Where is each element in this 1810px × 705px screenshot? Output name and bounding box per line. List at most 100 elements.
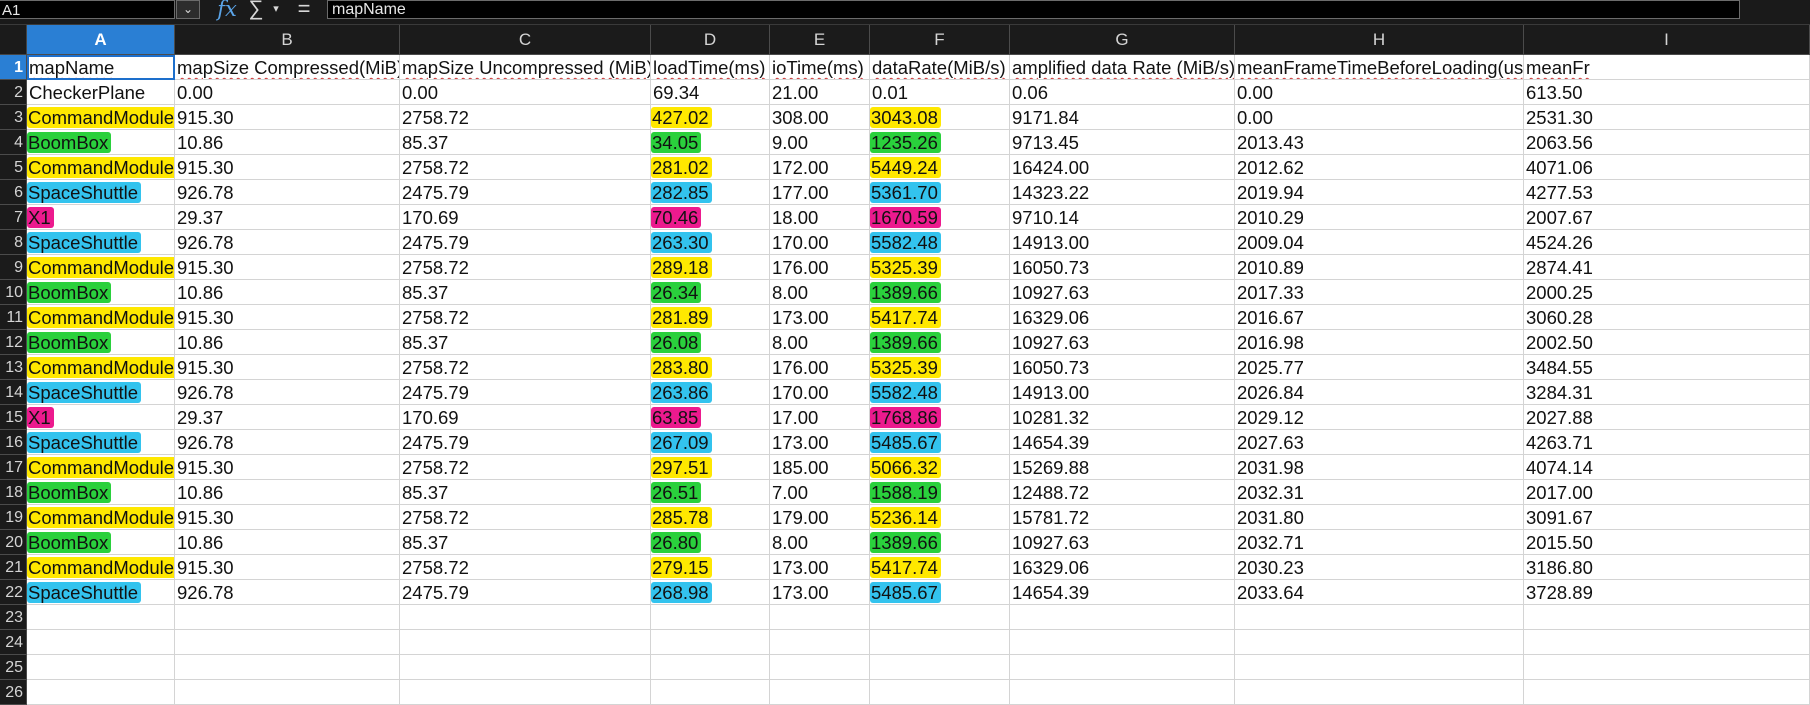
table-cell[interactable] <box>1235 630 1524 655</box>
table-cell[interactable]: 282.85 <box>651 180 770 205</box>
table-cell[interactable]: 289.18 <box>651 255 770 280</box>
table-cell[interactable]: 2010.29 <box>1235 205 1524 230</box>
table-cell[interactable]: 85.37 <box>400 130 651 155</box>
table-cell[interactable]: 12488.72 <box>1010 480 1235 505</box>
table-cell[interactable]: 85.37 <box>400 280 651 305</box>
table-cell[interactable] <box>870 630 1010 655</box>
table-cell[interactable]: 2027.88 <box>1524 405 1810 430</box>
header-cell-g[interactable]: amplified data Rate (MiB/s) <box>1010 55 1235 80</box>
table-cell[interactable]: CommandModule <box>27 305 175 330</box>
table-cell[interactable]: 3728.89 <box>1524 580 1810 605</box>
table-cell[interactable]: BoomBox <box>27 280 175 305</box>
column-header-b[interactable]: B <box>175 25 400 55</box>
row-header-26[interactable]: 26 <box>0 680 27 705</box>
table-cell[interactable]: 14913.00 <box>1010 380 1235 405</box>
table-cell[interactable]: 2758.72 <box>400 355 651 380</box>
row-header-20[interactable]: 20 <box>0 530 27 555</box>
table-cell[interactable] <box>400 605 651 630</box>
table-cell[interactable]: 2475.79 <box>400 380 651 405</box>
table-cell[interactable] <box>175 605 400 630</box>
table-cell[interactable]: CommandModule <box>27 505 175 530</box>
table-cell[interactable]: 2758.72 <box>400 455 651 480</box>
table-cell[interactable]: 34.05 <box>651 130 770 155</box>
select-all-corner[interactable] <box>0 25 27 55</box>
table-cell[interactable]: 2063.56 <box>1524 130 1810 155</box>
header-cell-b[interactable]: mapSize Compressed(MiB) <box>175 55 400 80</box>
table-cell[interactable]: 2016.98 <box>1235 330 1524 355</box>
table-cell[interactable]: CommandModule <box>27 555 175 580</box>
table-cell[interactable]: 16050.73 <box>1010 355 1235 380</box>
table-cell[interactable]: 10.86 <box>175 280 400 305</box>
table-cell[interactable]: 267.09 <box>651 430 770 455</box>
row-header-1[interactable]: 1 <box>0 55 27 80</box>
table-cell[interactable]: X1 <box>27 405 175 430</box>
table-cell[interactable]: 3484.55 <box>1524 355 1810 380</box>
table-cell[interactable] <box>1235 680 1524 705</box>
table-cell[interactable]: 3043.08 <box>870 105 1010 130</box>
table-cell[interactable]: 2015.50 <box>1524 530 1810 555</box>
table-cell[interactable]: 7.00 <box>770 480 870 505</box>
table-cell[interactable]: 2016.67 <box>1235 305 1524 330</box>
table-cell[interactable]: SpaceShuttle <box>27 580 175 605</box>
row-header-22[interactable]: 22 <box>0 580 27 605</box>
row-header-23[interactable]: 23 <box>0 605 27 630</box>
table-cell[interactable] <box>770 680 870 705</box>
table-cell[interactable]: 3060.28 <box>1524 305 1810 330</box>
table-cell[interactable]: 308.00 <box>770 105 870 130</box>
table-cell[interactable]: 915.30 <box>175 455 400 480</box>
row-header-15[interactable]: 15 <box>0 405 27 430</box>
table-cell[interactable]: 2025.77 <box>1235 355 1524 380</box>
table-cell[interactable]: 0.00 <box>175 80 400 105</box>
table-cell[interactable]: 26.08 <box>651 330 770 355</box>
column-header-f[interactable]: F <box>870 25 1010 55</box>
table-cell[interactable]: SpaceShuttle <box>27 380 175 405</box>
table-cell[interactable]: 613.50 <box>1524 80 1810 105</box>
table-cell[interactable]: 9713.45 <box>1010 130 1235 155</box>
equals-icon[interactable]: = <box>293 0 315 20</box>
table-cell[interactable]: 283.80 <box>651 355 770 380</box>
table-cell[interactable]: 16424.00 <box>1010 155 1235 180</box>
table-cell[interactable]: 2026.84 <box>1235 380 1524 405</box>
table-cell[interactable] <box>1010 680 1235 705</box>
table-cell[interactable]: 926.78 <box>175 180 400 205</box>
table-cell[interactable]: 1670.59 <box>870 205 1010 230</box>
table-cell[interactable]: 2010.89 <box>1235 255 1524 280</box>
table-cell[interactable]: 3186.80 <box>1524 555 1810 580</box>
table-cell[interactable]: 70.46 <box>651 205 770 230</box>
row-header-2[interactable]: 2 <box>0 80 27 105</box>
table-cell[interactable]: 29.37 <box>175 205 400 230</box>
table-cell[interactable]: 915.30 <box>175 155 400 180</box>
table-cell[interactable]: 26.34 <box>651 280 770 305</box>
table-cell[interactable]: 69.34 <box>651 80 770 105</box>
table-cell[interactable]: 926.78 <box>175 380 400 405</box>
row-header-12[interactable]: 12 <box>0 330 27 355</box>
table-cell[interactable] <box>1010 630 1235 655</box>
table-cell[interactable]: 2009.04 <box>1235 230 1524 255</box>
table-cell[interactable] <box>1524 655 1810 680</box>
table-cell[interactable]: 427.02 <box>651 105 770 130</box>
table-cell[interactable]: 5485.67 <box>870 580 1010 605</box>
row-header-21[interactable]: 21 <box>0 555 27 580</box>
table-cell[interactable]: 29.37 <box>175 405 400 430</box>
table-cell[interactable]: 4524.26 <box>1524 230 1810 255</box>
header-cell-a[interactable]: mapName <box>27 55 175 80</box>
table-cell[interactable]: 2874.41 <box>1524 255 1810 280</box>
table-cell[interactable]: 4263.71 <box>1524 430 1810 455</box>
table-cell[interactable]: BoomBox <box>27 330 175 355</box>
table-cell[interactable]: 14654.39 <box>1010 580 1235 605</box>
formula-input[interactable]: mapName <box>327 0 1740 19</box>
table-cell[interactable]: 2758.72 <box>400 555 651 580</box>
table-cell[interactable]: 10927.63 <box>1010 530 1235 555</box>
row-header-19[interactable]: 19 <box>0 505 27 530</box>
table-cell[interactable]: 15781.72 <box>1010 505 1235 530</box>
table-cell[interactable]: BoomBox <box>27 130 175 155</box>
table-cell[interactable]: 2758.72 <box>400 105 651 130</box>
table-cell[interactable]: 5361.70 <box>870 180 1010 205</box>
table-cell[interactable] <box>1524 680 1810 705</box>
table-cell[interactable]: 26.51 <box>651 480 770 505</box>
table-cell[interactable]: 281.02 <box>651 155 770 180</box>
table-cell[interactable]: 2007.67 <box>1524 205 1810 230</box>
table-cell[interactable]: 170.69 <box>400 205 651 230</box>
table-cell[interactable]: 5449.24 <box>870 155 1010 180</box>
table-cell[interactable] <box>175 655 400 680</box>
